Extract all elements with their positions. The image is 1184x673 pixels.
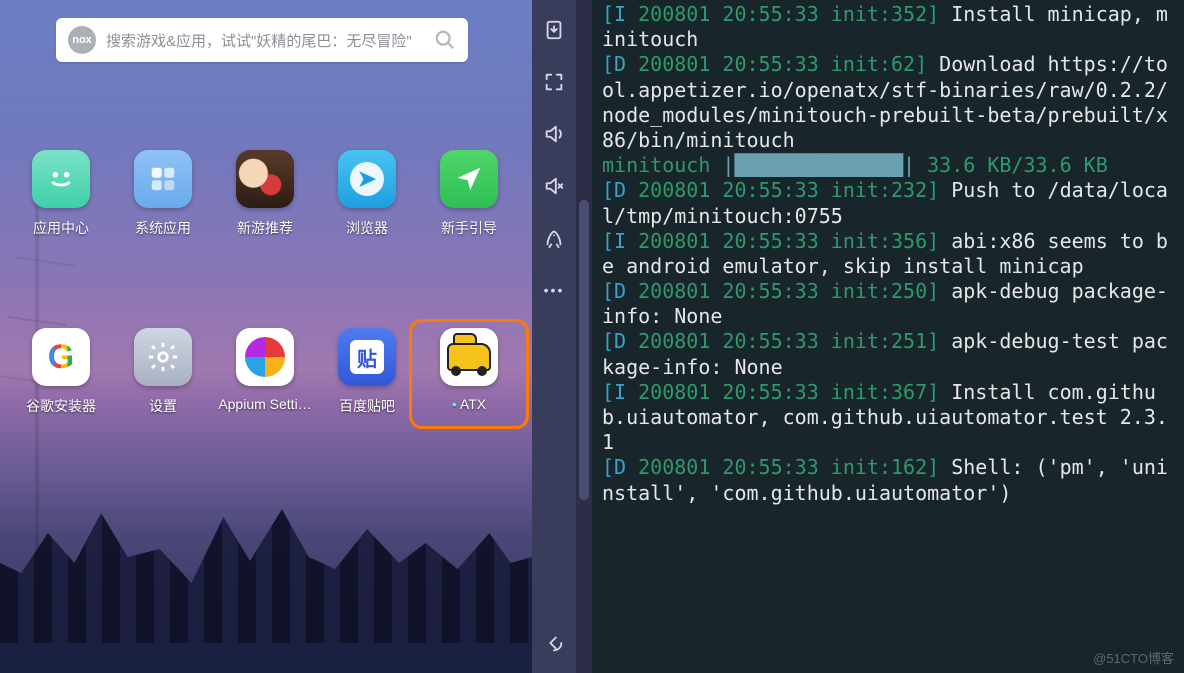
google-g-icon: G [32, 328, 90, 386]
game-art-icon [236, 150, 294, 208]
gear-icon [134, 328, 192, 386]
volume-down-button[interactable] [542, 174, 566, 198]
appium-swirl-icon [236, 328, 294, 386]
app-google-installer[interactable]: G 谷歌安装器 [14, 328, 108, 416]
terminal-output[interactable]: [I 200801 20:55:33 init:352] Install min… [592, 0, 1184, 673]
browser-icon: ➤ [338, 150, 396, 208]
app-new-games[interactable]: 新游推荐 [218, 150, 312, 238]
wallpaper-skyline [0, 473, 532, 673]
folder-icon [134, 150, 192, 208]
app-atx[interactable]: ATX [416, 326, 522, 422]
boost-rocket-button[interactable] [542, 226, 566, 250]
log-line: [D 200801 20:55:33 init:162] Shell: ('pm… [602, 455, 1176, 505]
watermark: @51CTO博客 [1093, 651, 1174, 667]
log-line: [D 200801 20:55:33 init:251] apk-debug-t… [602, 329, 1176, 379]
paper-plane-icon [440, 150, 498, 208]
log-line: [I 200801 20:55:33 init:352] Install min… [602, 2, 1176, 52]
app-newbie-guide[interactable]: 新手引导 [422, 150, 516, 238]
app-appium-settings[interactable]: Appium Setti… [218, 328, 312, 416]
app-label: 新手引导 [441, 218, 497, 238]
emulator-scrollbar[interactable] [576, 0, 592, 673]
more-button[interactable]: ••• [542, 278, 566, 302]
app-label: 浏览器 [346, 218, 388, 238]
nox-logo-icon: nox [68, 26, 96, 54]
log-line: minitouch |██████████████| 33.6 KB/33.6 … [602, 153, 1176, 178]
app-browser[interactable]: ➤ 浏览器 [320, 150, 414, 238]
app-label: 设置 [149, 396, 177, 416]
tieba-icon: 贴 [338, 328, 396, 386]
scrollbar-thumb[interactable] [579, 200, 589, 500]
taxi-icon [440, 328, 498, 386]
app-label: 系统应用 [135, 218, 191, 238]
app-app-center[interactable]: 应用中心 [14, 150, 108, 238]
smile-icon [32, 150, 90, 208]
search-placeholder: 搜索游戏&应用，试试"妖精的尾巴：无尽冒险" [106, 30, 434, 51]
search-bar[interactable]: nox 搜索游戏&应用，试试"妖精的尾巴：无尽冒险" [56, 18, 468, 62]
log-line: [I 200801 20:55:33 init:367] Install com… [602, 380, 1176, 456]
app-label: 谷歌安装器 [26, 396, 96, 416]
install-apk-button[interactable] [542, 18, 566, 42]
log-line: [D 200801 20:55:33 init:250] apk-debug p… [602, 279, 1176, 329]
emulator-toolbar: ••• [532, 0, 576, 673]
search-icon[interactable] [434, 29, 456, 51]
app-label: ATX [452, 396, 486, 412]
log-line: [I 200801 20:55:33 init:356] abi:x86 see… [602, 229, 1176, 279]
app-baidu-tieba[interactable]: 贴 百度贴吧 [320, 328, 414, 416]
app-system-apps[interactable]: 系统应用 [116, 150, 210, 238]
android-emulator: nox 搜索游戏&应用，试试"妖精的尾巴：无尽冒险" 应用中心 系统应用 新游推… [0, 0, 532, 673]
app-grid: 应用中心 系统应用 新游推荐 ➤ 浏览器 新手引导 G 谷歌安装器 [14, 150, 516, 416]
log-line: [D 200801 20:55:33 init:62] Download htt… [602, 52, 1176, 153]
back-button[interactable] [542, 631, 566, 655]
log-line: [D 200801 20:55:33 init:232] Push to /da… [602, 178, 1176, 228]
app-settings[interactable]: 设置 [116, 328, 210, 416]
app-label: 百度贴吧 [339, 396, 395, 416]
fullscreen-button[interactable] [542, 70, 566, 94]
volume-up-button[interactable] [542, 122, 566, 146]
app-label: 新游推荐 [237, 218, 293, 238]
app-label: Appium Setti… [218, 396, 311, 412]
app-label: 应用中心 [33, 218, 89, 238]
